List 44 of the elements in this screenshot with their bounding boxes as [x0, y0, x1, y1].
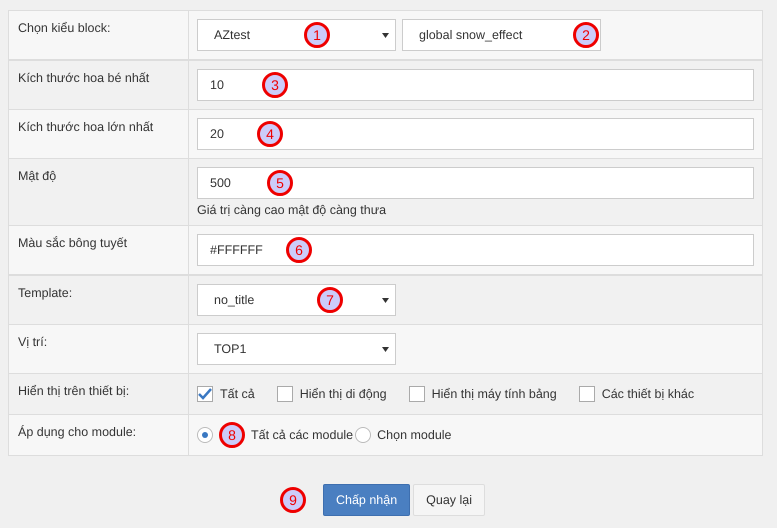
checkbox-label: Hiển thị máy tính bảng	[432, 387, 557, 401]
input-field[interactable]: 20 4	[197, 118, 754, 150]
select-field[interactable]: TOP1	[197, 333, 396, 365]
field-label: Kích thước hoa lớn nhất	[18, 120, 154, 134]
select-field[interactable]: global snow_effect 2	[402, 19, 601, 51]
callout-marker: 1	[304, 22, 330, 48]
input-field[interactable]: #FFFFFF 6	[197, 234, 754, 266]
caret-icon	[382, 33, 389, 38]
input-field[interactable]: 500 5	[197, 167, 754, 199]
callout-marker: 5	[267, 170, 293, 196]
radio-label: Tất cả các module	[251, 428, 354, 442]
field-label: Mật độ	[18, 169, 56, 183]
checkbox[interactable]	[408, 386, 425, 402]
callout-marker: 3	[262, 72, 288, 98]
accept-button[interactable]: Chấp nhận	[322, 484, 410, 516]
callout-marker: 8	[219, 422, 245, 448]
field-label: Áp dụng cho module:	[18, 425, 136, 439]
checkbox[interactable]	[578, 386, 595, 402]
callout-marker: 7	[317, 287, 343, 313]
caret-icon	[382, 347, 389, 352]
callout-marker: 2	[573, 22, 599, 48]
field-label: Vị trí:	[18, 335, 48, 349]
field-label: Template:	[18, 286, 72, 300]
select-field[interactable]: no_title 7	[197, 284, 396, 316]
field-label: Chọn kiểu block:	[18, 21, 110, 35]
radio-button[interactable]	[197, 427, 213, 443]
field-label: Kích thước hoa bé nhất	[18, 71, 150, 85]
field-label: Hiển thị trên thiết bị:	[18, 384, 130, 398]
caret-icon	[382, 298, 389, 303]
radio-label: Chọn module	[377, 428, 452, 442]
radio-button[interactable]	[355, 427, 372, 443]
callout-marker: 6	[286, 237, 312, 263]
back-button[interactable]: Quay lại	[413, 484, 486, 516]
callout-marker: 9	[280, 487, 306, 513]
checkbox[interactable]	[276, 386, 293, 402]
callout-marker: 4	[257, 121, 283, 147]
checkbox-label: Hiển thị di động	[300, 387, 387, 401]
help-text: Giá trị càng cao mật độ càng thưa	[197, 203, 388, 217]
checkbox[interactable]	[197, 386, 213, 402]
input-field[interactable]: 10 3	[197, 69, 754, 101]
checkbox-label: Các thiết bị khác	[602, 387, 694, 401]
checkbox-label: Tất cả	[220, 387, 255, 401]
select-field[interactable]: AZtest 1	[197, 19, 396, 51]
field-label: Màu sắc bông tuyết	[18, 236, 128, 250]
